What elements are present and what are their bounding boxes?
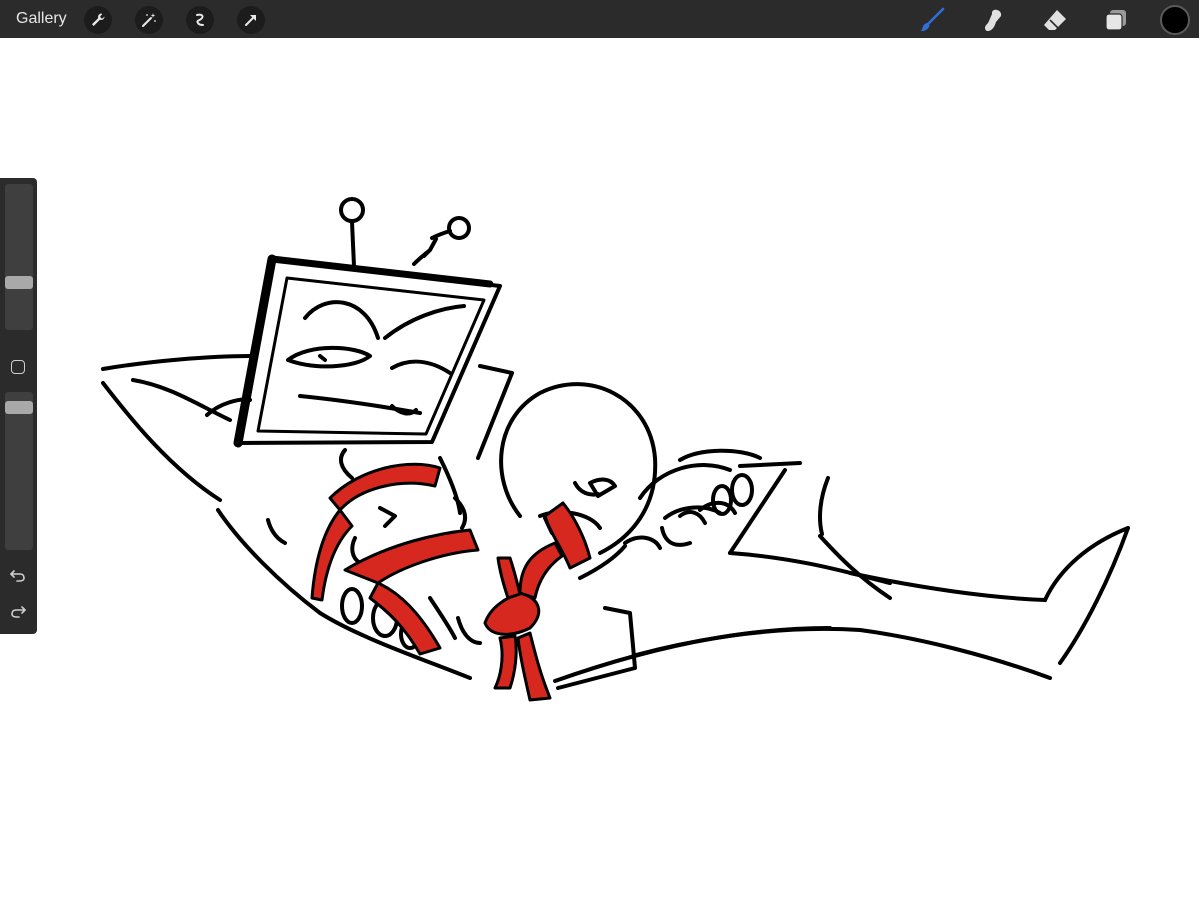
brush-size-slider[interactable] bbox=[5, 184, 33, 330]
wrench-icon bbox=[92, 13, 105, 26]
sketch-artwork bbox=[101, 197, 1130, 702]
adjustments-button[interactable] bbox=[135, 6, 163, 34]
smudge-icon bbox=[985, 9, 1002, 32]
drawing-canvas[interactable] bbox=[0, 38, 1199, 899]
left-sidebar bbox=[0, 178, 37, 634]
transform-arrow-icon bbox=[245, 15, 256, 26]
actions-button[interactable] bbox=[84, 6, 112, 34]
selection-icon bbox=[196, 13, 204, 26]
selection-button[interactable] bbox=[186, 6, 214, 34]
opacity-thumb[interactable] bbox=[5, 401, 33, 414]
brush-tool-button[interactable] bbox=[917, 5, 947, 35]
transform-button[interactable] bbox=[237, 6, 265, 34]
color-picker-button[interactable] bbox=[1160, 5, 1190, 35]
layers-button[interactable] bbox=[1101, 5, 1131, 35]
gallery-button[interactable]: Gallery bbox=[16, 10, 67, 28]
brush-size-thumb[interactable] bbox=[5, 276, 33, 289]
modify-button[interactable] bbox=[11, 360, 25, 374]
eraser-tool-button[interactable] bbox=[1040, 5, 1070, 35]
redo-icon[interactable] bbox=[9, 602, 27, 620]
magic-wand-icon bbox=[142, 13, 156, 27]
layers-icon bbox=[1105, 10, 1126, 31]
undo-icon[interactable] bbox=[9, 566, 27, 584]
brush-icon bbox=[920, 7, 945, 32]
smudge-tool-button[interactable] bbox=[978, 5, 1008, 35]
opacity-slider[interactable] bbox=[5, 392, 33, 550]
eraser-icon bbox=[1044, 10, 1066, 30]
top-toolbar: Gallery bbox=[0, 0, 1199, 38]
